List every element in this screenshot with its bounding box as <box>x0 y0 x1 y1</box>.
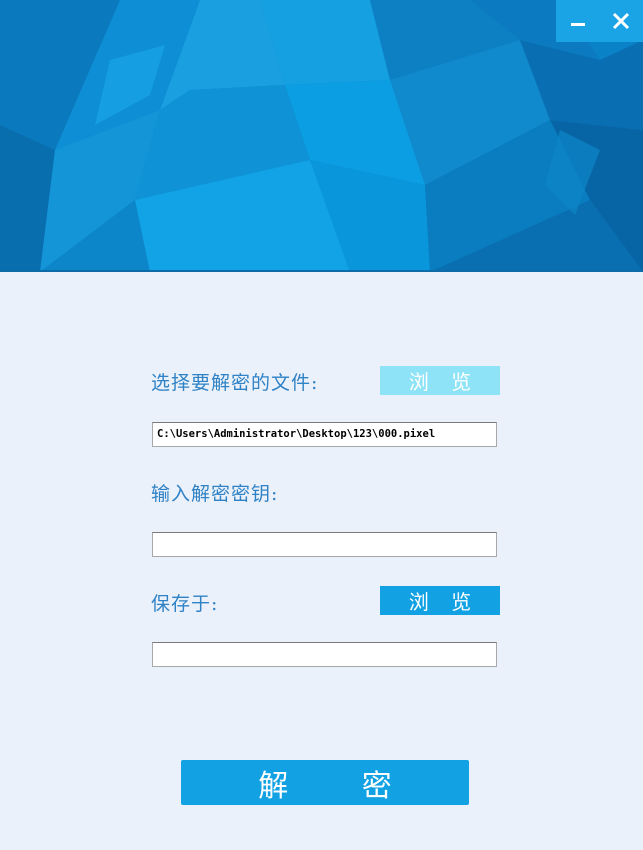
save-path-field[interactable] <box>152 642 497 667</box>
polygon-background-image <box>0 0 643 272</box>
decrypt-key-label: 输入解密密钥: <box>151 483 279 505</box>
source-file-label: 选择要解密的文件: <box>151 372 319 394</box>
decrypt-key-field[interactable] <box>152 532 497 557</box>
minimize-button[interactable] <box>563 6 593 36</box>
save-to-label: 保存于: <box>151 593 219 615</box>
close-button[interactable] <box>606 6 636 36</box>
browse-source-button[interactable]: 浏 览 <box>380 366 500 395</box>
minimize-icon <box>570 23 585 26</box>
browse-save-button[interactable]: 浏 览 <box>380 586 500 615</box>
source-file-path-field[interactable]: C:\Users\Administrator\Desktop\123\000.p… <box>152 422 497 447</box>
close-icon <box>613 12 630 30</box>
decrypt-window: 选择要解密的文件: 浏 览 C:\Users\Administrator\Des… <box>0 0 643 850</box>
window-controls <box>556 0 643 42</box>
banner-divider <box>0 270 643 272</box>
header-banner <box>0 0 643 272</box>
decrypt-button[interactable]: 解 密 <box>181 760 469 805</box>
